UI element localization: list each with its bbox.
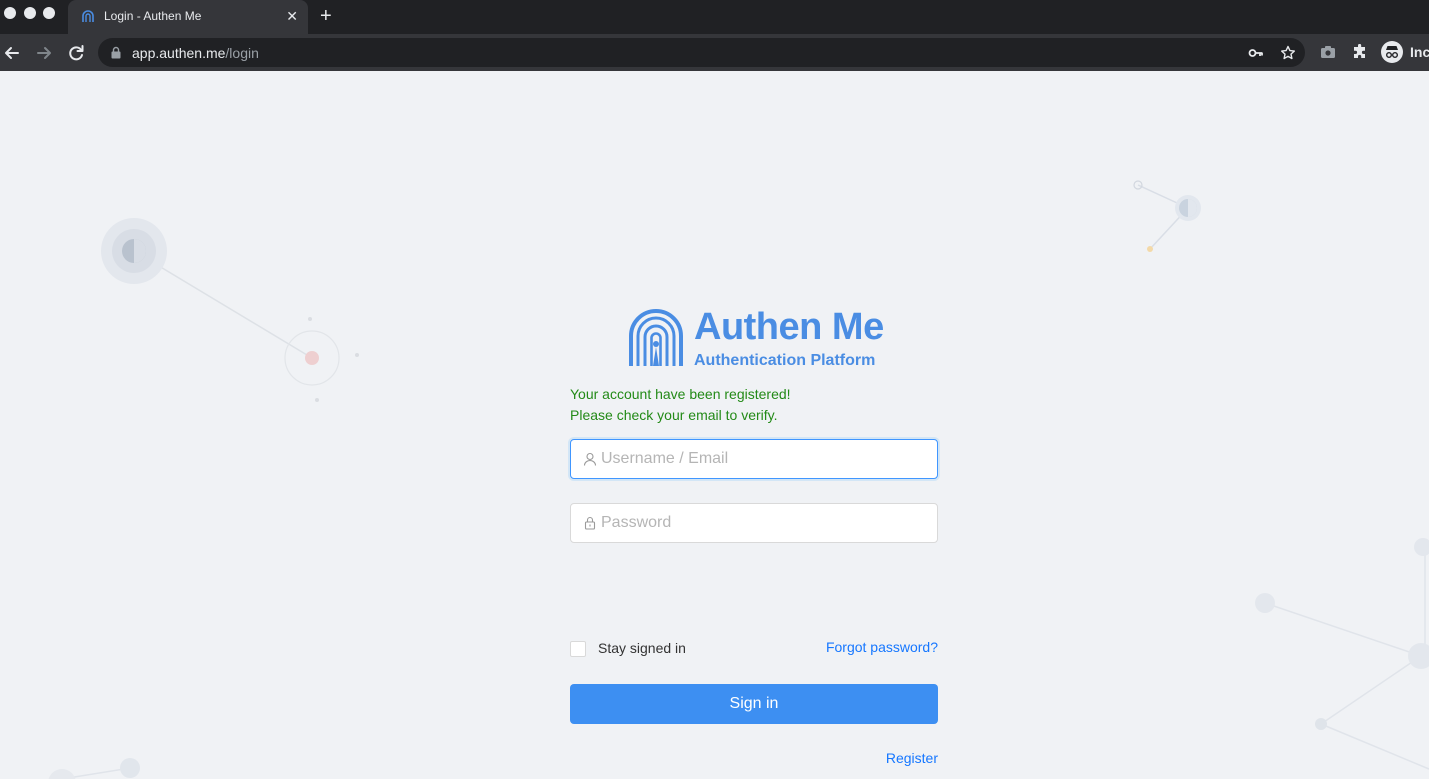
stay-signed-in-label[interactable]: Stay signed in	[598, 640, 686, 656]
alert-line-1: Your account have been registered!	[570, 386, 791, 402]
user-icon	[583, 452, 597, 466]
camera-icon[interactable]	[1320, 44, 1336, 60]
registration-success-alert: Your account have been registered! Pleas…	[570, 384, 791, 426]
password-field[interactable]	[570, 503, 938, 543]
window-close-dot[interactable]	[4, 7, 16, 19]
brand-tagline: Authentication Platform	[694, 352, 876, 369]
lock-icon[interactable]	[110, 46, 122, 59]
new-tab-icon[interactable]: +	[320, 6, 332, 26]
tab-close-icon[interactable]: ✕	[286, 7, 298, 25]
window-zoom-dot[interactable]	[43, 7, 55, 19]
username-input[interactable]	[601, 440, 931, 478]
profile-label[interactable]: Inc	[1410, 44, 1429, 60]
tab-title: Login - Authen Me	[104, 9, 202, 23]
sign-in-button[interactable]: Sign in	[570, 684, 938, 724]
login-page: Authen Me Authentication Platform Your a…	[0, 71, 1429, 779]
authen-me-favicon-icon	[82, 10, 94, 22]
browser-tab-bar: Login - Authen Me ✕ +	[0, 0, 1429, 34]
url-path: /login	[225, 45, 259, 61]
alert-line-2: Please check your email to verify.	[570, 407, 778, 423]
address-bar[interactable]: app.authen.me/login	[98, 38, 1305, 67]
url-text[interactable]: app.authen.me/login	[132, 45, 259, 61]
forward-icon[interactable]	[33, 42, 55, 64]
stay-signed-in-checkbox[interactable]	[570, 641, 586, 657]
forgot-password-link[interactable]: Forgot password?	[826, 639, 938, 655]
back-icon[interactable]	[1, 42, 23, 64]
star-icon[interactable]	[1280, 45, 1296, 61]
fingerprint-arch-icon	[629, 309, 683, 366]
register-link[interactable]: Register	[886, 750, 938, 766]
extensions-icon[interactable]	[1352, 44, 1368, 60]
key-icon[interactable]	[1248, 45, 1264, 61]
url-host: app.authen.me	[132, 45, 226, 61]
browser-tab[interactable]: Login - Authen Me ✕	[68, 0, 308, 34]
brand-logo: Authen Me Authentication Platform	[628, 306, 888, 370]
browser-toolbar: app.authen.me/login Inc	[0, 34, 1429, 71]
window-minimize-dot[interactable]	[24, 7, 36, 19]
incognito-icon[interactable]	[1381, 41, 1403, 63]
lock-icon	[584, 516, 596, 530]
reload-icon[interactable]	[65, 42, 87, 64]
password-input[interactable]	[601, 504, 931, 542]
username-field[interactable]	[570, 439, 938, 479]
brand-name: Authen Me	[694, 306, 884, 348]
